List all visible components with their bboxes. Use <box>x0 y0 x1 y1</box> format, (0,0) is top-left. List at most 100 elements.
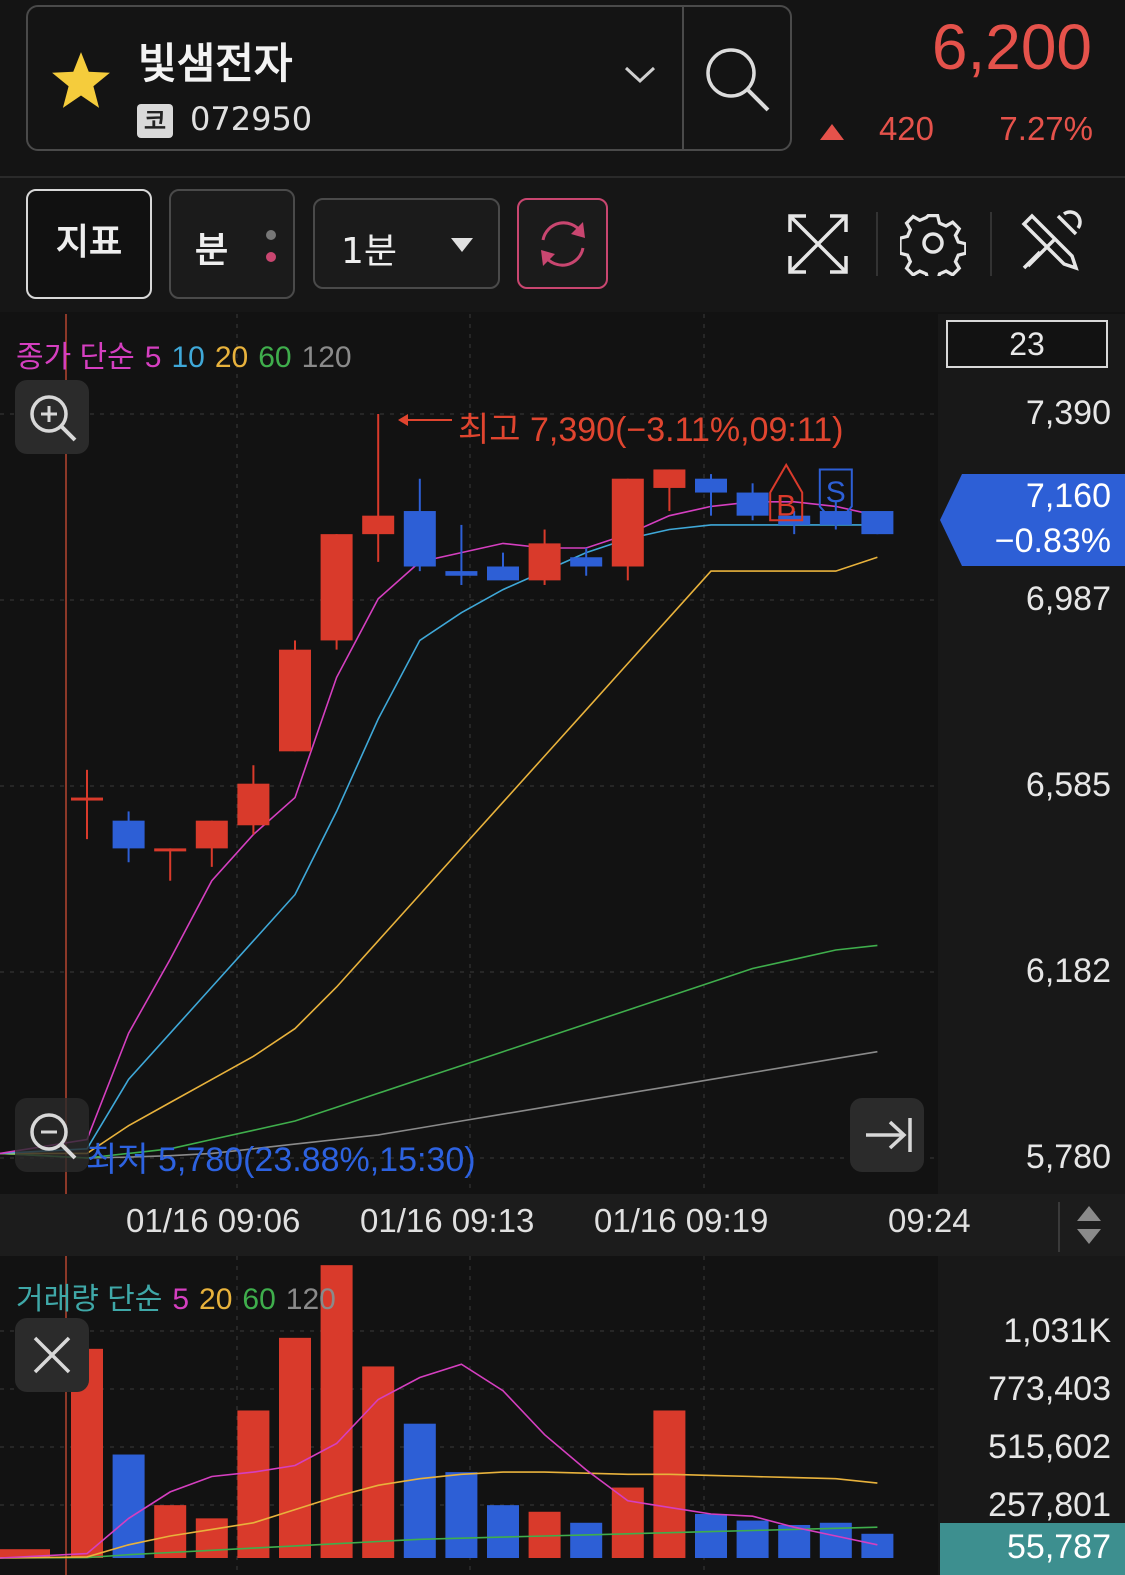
legend-ma20: 20 <box>199 1283 233 1316</box>
divider <box>682 5 684 151</box>
candle-body <box>736 492 769 516</box>
legend-ma5: 5 <box>172 1283 190 1316</box>
time-axis[interactable]: 01/16 09:06 01/16 09:13 01/16 09:19 09:2… <box>0 1194 1125 1256</box>
price-change: 420 <box>878 110 934 147</box>
candle-body <box>528 543 561 581</box>
stock-name[interactable]: 빛샘전자 <box>138 30 293 91</box>
legend-ma120: 120 <box>285 1283 336 1316</box>
y-tick-label: 7,390 <box>1025 394 1111 432</box>
indicator-button[interactable]: 지표 <box>26 189 152 299</box>
volume-bar <box>861 1533 894 1558</box>
candle-body <box>487 566 519 581</box>
search-icon[interactable] <box>700 42 774 116</box>
fullscreen-icon[interactable] <box>786 212 850 276</box>
resize-handle-icon[interactable] <box>1074 1204 1104 1246</box>
candle-body <box>195 820 228 849</box>
price-ma-legend[interactable]: 종가 단순 5 10 20 60 120 <box>16 332 362 376</box>
candle-body <box>154 848 187 852</box>
legend-ma60: 60 <box>258 341 292 374</box>
candle-body <box>112 820 145 849</box>
volume-bar <box>570 1522 603 1558</box>
price-change-percent: 7.27% <box>999 110 1093 147</box>
minute-button[interactable]: 분 <box>169 189 295 299</box>
legend-title: 거래량 단순 <box>16 1283 163 1316</box>
zoom-in-button[interactable] <box>15 380 89 454</box>
y-tick-label: 773,403 <box>988 1370 1111 1408</box>
x-tick-label: 01/16 09:19 <box>594 1202 769 1239</box>
ma-line-ma20 <box>0 556 878 1155</box>
current-volume-label: 55,787 <box>1007 1528 1111 1566</box>
legend-ma20: 20 <box>214 341 249 374</box>
candle-body <box>695 478 727 493</box>
current-change-label: −0.83% <box>994 522 1111 560</box>
divider <box>990 212 992 276</box>
market-badge: 코 <box>137 104 173 138</box>
volume-bar <box>279 1337 311 1558</box>
y-tick-label: 6,585 <box>1025 766 1111 804</box>
sell-marker: S <box>826 476 846 509</box>
minute-button-label: 분 <box>195 230 229 271</box>
divider <box>876 212 878 276</box>
refresh-icon <box>541 221 585 267</box>
legend-title: 종가 단순 <box>16 341 135 374</box>
tools-icon[interactable] <box>1018 210 1082 276</box>
volume-bar <box>195 1518 228 1558</box>
candle-body <box>362 515 395 535</box>
y-tick-label: 257,801 <box>988 1486 1111 1524</box>
divider <box>1058 1202 1060 1252</box>
up-triangle-icon <box>820 124 844 140</box>
interval-select[interactable]: 1분 <box>313 198 500 289</box>
current-price-label: 7,160 <box>1025 477 1111 515</box>
candle-body <box>71 797 103 801</box>
volume-chart[interactable]: 거래량 단순 5 20 60 120 1,031K 773,403 515,602 25… <box>0 1256 1125 1575</box>
x-tick-label: 01/16 09:13 <box>360 1202 535 1239</box>
stock-code: 072950 <box>190 100 313 138</box>
volume-bar <box>403 1423 436 1558</box>
ma-line-ma60 <box>0 944 878 1159</box>
volume-bar <box>653 1410 686 1558</box>
price-chart[interactable]: BS 종가 단순 5 10 20 60 120 23 7,390 6,987 6,585 … <box>0 314 1125 1194</box>
candle-body <box>237 783 270 826</box>
volume-bar <box>445 1472 478 1558</box>
y-tick-label: 6,182 <box>1025 952 1111 990</box>
legend-ma120: 120 <box>301 341 352 374</box>
high-arrow-head <box>398 414 408 426</box>
close-icon <box>33 1336 71 1374</box>
volume-bar <box>362 1366 395 1558</box>
scroll-to-latest-button[interactable] <box>850 1098 924 1172</box>
y-tick-label: 6,987 <box>1025 580 1111 618</box>
candle-body <box>320 534 353 641</box>
candle-body <box>445 571 478 576</box>
candle-body <box>279 649 311 752</box>
zoom-out-button[interactable] <box>15 1098 89 1172</box>
more-dots-icon <box>266 230 276 262</box>
volume-bar <box>736 1520 769 1558</box>
stock-header: 빛샘전자 코 072950 6,200 420 7.27% <box>0 0 1125 178</box>
zoom-in-icon <box>30 395 77 442</box>
y-tick-label: 5,780 <box>1025 1138 1111 1176</box>
volume-bar <box>154 1505 187 1558</box>
volume-bar <box>695 1513 727 1558</box>
chevron-down-icon[interactable] <box>622 62 658 86</box>
y-tick-label: 515,602 <box>988 1428 1111 1466</box>
y-tick-label: 1,031K <box>1003 1312 1111 1350</box>
volume-bar <box>528 1511 561 1558</box>
gear-icon[interactable] <box>900 210 966 276</box>
candle-body <box>653 469 686 488</box>
close-volume-button[interactable] <box>15 1318 89 1392</box>
scroll-to-end-icon <box>866 1118 912 1152</box>
legend-ma5: 5 <box>144 341 162 374</box>
volume-ma-legend[interactable]: 거래량 단순 5 20 60 120 <box>16 1274 346 1318</box>
favorite-star-icon[interactable] <box>50 50 112 110</box>
volume-bar <box>237 1410 270 1558</box>
x-tick-label: 09:24 <box>888 1202 971 1239</box>
volume-bar <box>611 1487 644 1558</box>
buy-marker: B <box>776 490 796 523</box>
refresh-button[interactable] <box>517 198 608 289</box>
current-price: 6,200 <box>931 11 1092 83</box>
high-annotation: 최고 7,390(−3.11%,09:11) <box>458 411 844 449</box>
visible-count-box[interactable]: 23 <box>946 320 1108 368</box>
candle-body <box>570 557 603 567</box>
legend-ma60: 60 <box>242 1283 276 1316</box>
candle-body <box>861 511 894 535</box>
